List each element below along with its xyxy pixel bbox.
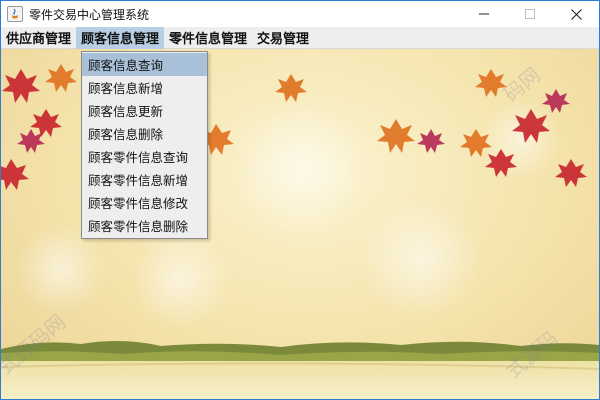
menu-item-customer-parts-modify[interactable]: 顾客零件信息修改 (82, 191, 207, 214)
close-button[interactable] (553, 1, 599, 27)
menu-item-customer-parts-query[interactable]: 顾客零件信息查询 (82, 145, 207, 168)
minimize-icon (479, 13, 489, 15)
maximize-button[interactable] (507, 1, 553, 27)
menu-parts-info-management[interactable]: 零件信息管理 (164, 27, 252, 49)
menu-item-customer-info-delete[interactable]: 顾客信息删除 (82, 122, 207, 145)
title-bar[interactable]: 零件交易中心管理系统 (1, 1, 599, 27)
menu-supplier-management[interactable]: 供应商管理 (1, 27, 76, 49)
menu-customer-info-management[interactable]: 顾客信息管理 (76, 26, 165, 49)
maximize-icon (525, 9, 535, 19)
window-title: 零件交易中心管理系统 (29, 7, 150, 22)
menu-item-customer-info-add[interactable]: 顾客信息新增 (82, 76, 207, 99)
close-icon (570, 8, 582, 20)
app-window: 零件交易中心管理系统 供应商管理 顾客信息管理 零件信息管理 交易管理 码网 式… (0, 0, 600, 400)
menu-item-customer-info-query[interactable]: 顾客信息查询 (82, 53, 207, 76)
menu-item-customer-parts-add[interactable]: 顾客零件信息新增 (82, 168, 207, 191)
menu-trade-management[interactable]: 交易管理 (252, 27, 314, 49)
java-app-icon (7, 6, 23, 22)
minimize-button[interactable] (461, 1, 507, 27)
menu-item-customer-parts-delete[interactable]: 顾客零件信息删除 (82, 214, 207, 237)
menu-bar: 供应商管理 顾客信息管理 零件信息管理 交易管理 (1, 26, 599, 49)
customer-info-dropdown-menu: 顾客信息查询 顾客信息新增 顾客信息更新 顾客信息删除 顾客零件信息查询 顾客零… (81, 51, 208, 239)
menu-item-customer-info-update[interactable]: 顾客信息更新 (82, 99, 207, 122)
